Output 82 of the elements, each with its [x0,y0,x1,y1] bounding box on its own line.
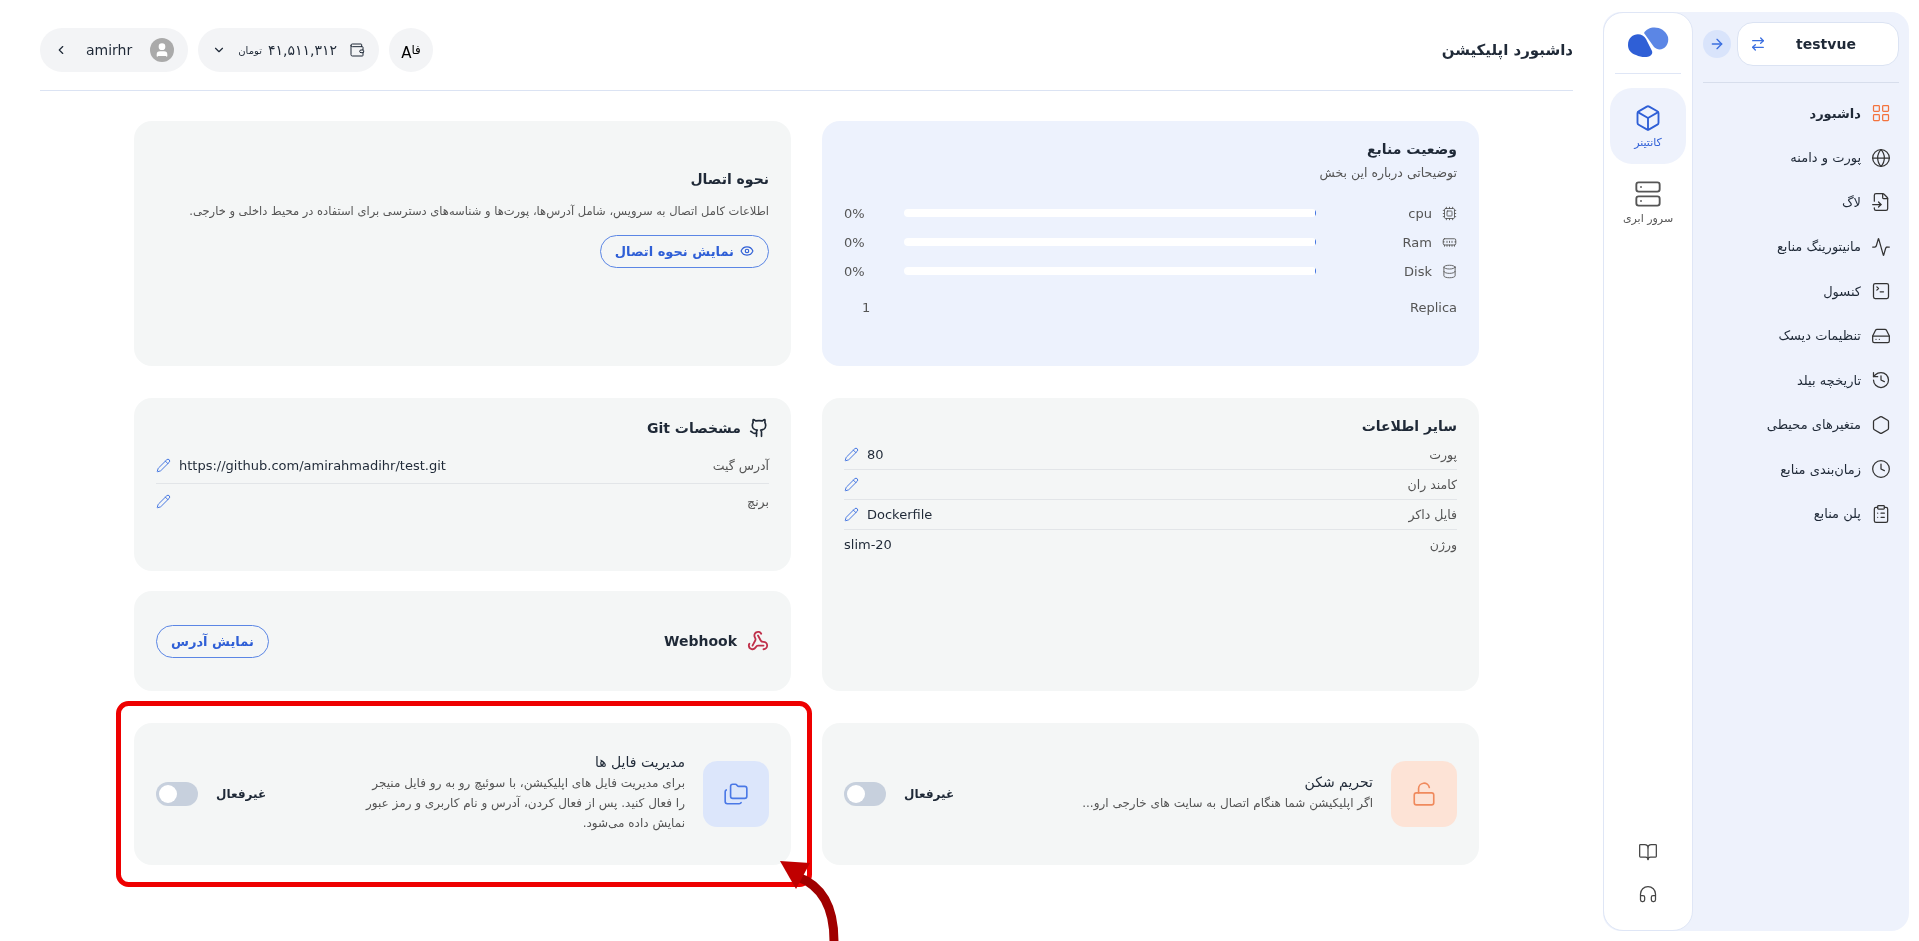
monitor-icon [1871,236,1891,257]
meter-reading: 0% [844,234,866,250]
disk-icon [1442,263,1457,279]
info-value: Dockerfile [867,507,933,522]
nav-item[interactable]: مانیتورینگ منابع [1703,224,1899,269]
toggle-switch[interactable] [156,782,198,806]
nav-item[interactable]: تاریخچه بیلد [1703,358,1899,403]
user-menu[interactable]: amirhr [40,28,189,72]
clock-icon [1871,459,1891,480]
nav-item[interactable]: زمان‌بندی منابع [1703,447,1899,492]
rail-item[interactable]: کانتینر [1610,88,1686,164]
toggle-switch[interactable] [844,782,886,806]
card-description: برای مدیریت فایل های اپلیکیشن، با سوئیچ رو به رو فایل منیجر را فعال کنید. پس از فعال کردن، آدرس و نام کاربری و رمز عبور نمایش داده می‌شود. [365,775,685,833]
info-label: آدرس گیت [712,458,769,473]
info-label: کامند ران [1407,477,1457,492]
nav-item[interactable]: تنظیمات دیسک [1703,313,1899,358]
webhook-icon [747,630,769,652]
edit-icon[interactable] [844,447,859,462]
meter-reading: 0% [844,205,866,221]
cube-icon [1634,103,1662,132]
history-icon [1871,370,1891,391]
eye-icon [740,244,754,259]
replica-label: Replica [1409,299,1457,315]
arrow-button[interactable] [1703,30,1731,58]
rail-item[interactable]: سرور ابری [1610,164,1686,240]
card-title: تحریم شکن [1303,774,1373,791]
card-description: اطلاعات کامل اتصال به سرویس، شامل آدرس‌ها، پورت‌ها و شناسه‌های دسترسی برای استفاده در محیط داخلی و خارجی. [188,203,769,221]
list-icon [1871,503,1891,524]
nav-item[interactable]: متغیرهای محیطی [1703,402,1899,447]
meter-label: cpu [1407,205,1432,221]
folder-icon [723,781,749,807]
server-icon [1634,179,1662,208]
info-label: پورت [1429,447,1457,462]
info-label: فایل داکر [1408,507,1457,522]
meter-label: Disk [1403,263,1432,279]
card-title: مشخصات Git [647,420,741,436]
replica-value: 1 [862,299,871,315]
avatar-icon [150,38,175,62]
info-value: 80 [867,447,884,462]
wallet-amount: ۴۱,۵۱۱,۳۱۲ [267,42,337,58]
user-name: amirhr [86,42,133,58]
nav-item[interactable]: داشبورد [1703,91,1899,136]
meter-label: Ram [1401,234,1432,250]
globe-icon [1871,147,1891,168]
page-title: داشبورد اپلیکیشن [1441,41,1573,59]
status-label: غیرفعال [904,787,955,801]
info-label: برنچ [747,494,769,509]
info-value: slim-20 [844,537,892,552]
edit-icon[interactable] [156,494,171,509]
arrow-icon [1709,36,1725,52]
edit-icon[interactable] [844,507,859,522]
meter-reading: 0% [844,263,866,279]
nav-item[interactable]: کنسول [1703,269,1899,314]
book-icon[interactable] [1638,842,1658,862]
card-title: سایر اطلاعات [1360,418,1457,434]
wallet-selector[interactable]: ۴۱,۵۱۱,۳۱۲ تومان [198,28,379,72]
github-icon [749,418,769,438]
card-description: اگر اپلیکیشن شما هنگام اتصال به سایت های خارجی ارو... [1081,795,1373,813]
currency-label: تومان [238,44,262,56]
grid-icon [1871,103,1891,124]
cpu-icon [1442,205,1457,221]
file-icon [1871,192,1891,213]
nav-item[interactable]: پلن منابع [1703,491,1899,536]
unlock-icon [1411,781,1437,807]
card-title: نحوه اتصال [689,171,769,187]
nav-item[interactable]: لاگ [1703,180,1899,225]
hexagon-icon [1871,414,1891,435]
card-subtitle: توضیحاتی درباره این بخش [1318,164,1457,183]
edit-icon[interactable] [844,477,859,492]
info-value: https://github.com/amirahmadihr/test.git [179,458,446,473]
terminal-icon [1871,281,1891,302]
nav-item[interactable]: پورت و دامنه [1703,135,1899,180]
card-title: Webhook [664,633,737,649]
card-title: وضعیت منابع [1366,141,1457,157]
swap-icon [1750,36,1766,52]
info-label: ورژن [1429,537,1457,552]
headset-icon[interactable] [1638,884,1658,904]
wallet-icon [349,42,365,58]
status-label: غیرفعال [216,787,267,801]
card-title: مدیریت فایل ها [593,754,685,771]
app-selector[interactable]: testvue [1737,22,1899,66]
edit-icon[interactable] [156,458,171,473]
